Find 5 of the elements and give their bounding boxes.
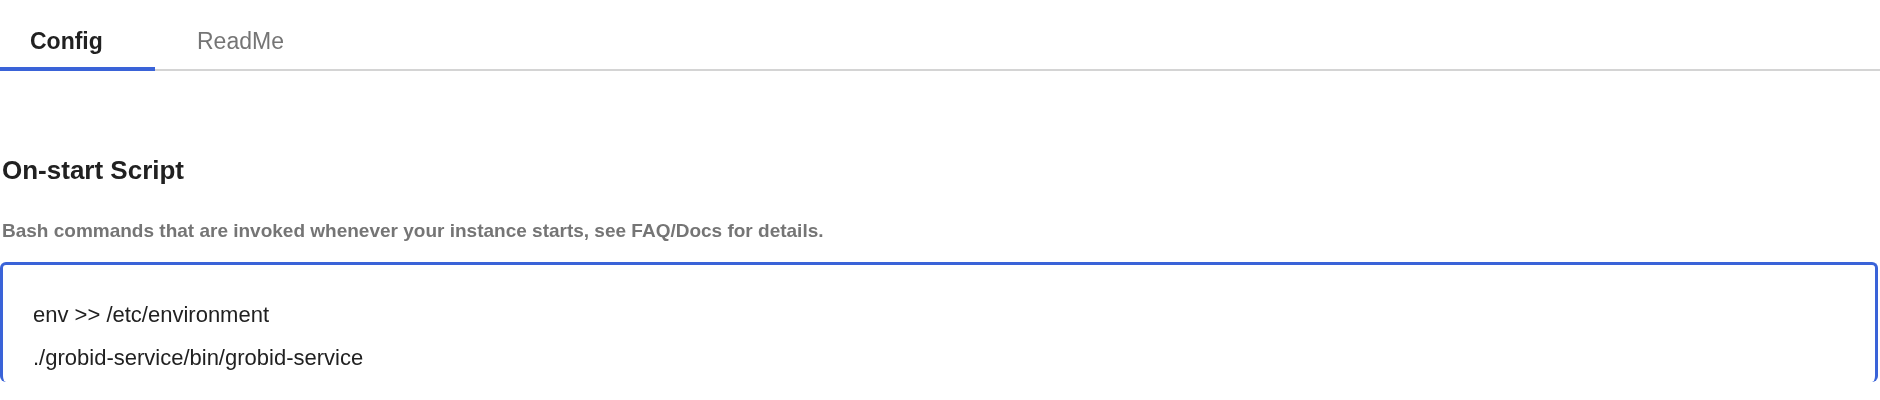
- section-title: On-start Script: [2, 155, 186, 186]
- tab[interactable]: ReadMe: [155, 22, 314, 71]
- section-description: Bash commands that are invoked whenever your instance starts, see FAQ/Docs for details.: [2, 220, 825, 242]
- script-field[interactable]: env >> /etc/environment ./grobid-service/bin/grobid-service: [0, 262, 1878, 382]
- tab[interactable]: Config: [0, 22, 155, 71]
